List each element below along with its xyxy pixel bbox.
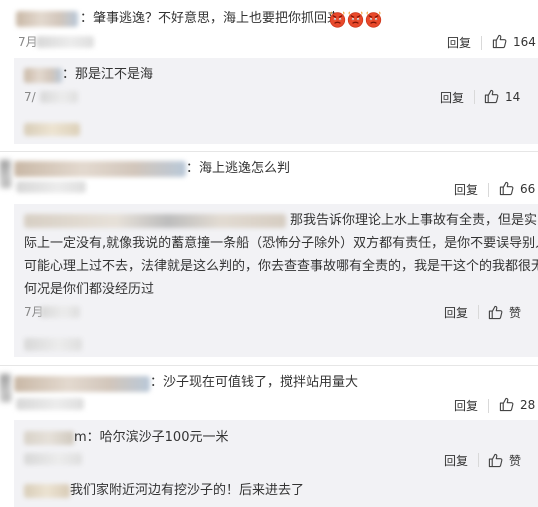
reply-button[interactable]: 回复 [454,397,478,414]
commenter-name[interactable] [14,376,150,392]
reply-user-name[interactable] [24,68,62,83]
reply-user-name[interactable] [24,214,286,228]
comment-date-blur [36,36,94,48]
commenter-name[interactable] [14,161,186,177]
reply-text: 我们家附近河边有挖沙子的！后来进去了 [70,483,305,498]
reply-text: ：那是江不是海 [62,67,154,82]
avatar[interactable] [0,374,11,402]
thumb-up-icon [488,453,503,468]
reply-text-line: 际上一定没有,就像我说的蓄意撞一条船（恐怖分子除外）双方都有责任，是你不要误导别… [24,236,538,251]
action-separator [488,183,489,197]
comment-text: ：肇事逃逸？不好意思，海上也要把你抓回来。 [80,11,354,26]
reply-text: m：哈尔滨沙子100元一米 [74,430,229,445]
comment-text: ：海上逃逸怎么判 [186,161,291,176]
like-button[interactable]: 赞 [488,452,521,469]
reply-text-line: 可能心理上过不去，法律就是这么判的，你去查查事故哪有全责的，我是干这个的我都很无… [24,259,538,274]
like-count: 28 [520,397,536,412]
like-button[interactable]: 164 [492,34,536,49]
comment-date-blur [16,398,84,410]
reply-date-blur [40,91,78,103]
like-count: 14 [505,89,521,104]
reply-text-line: 那我告诉你理论上水上事故有全责，但是实 [290,213,538,228]
like-label: 赞 [509,454,522,468]
reply-date: 7/ [24,90,36,104]
action-separator [481,36,482,50]
thumb-up-icon [492,34,507,49]
reply-date-blur [40,306,80,318]
thumb-up-icon [484,89,499,104]
angry-face-icon [365,11,382,28]
comment-text: ：沙子现在可值钱了，搅拌站用量大 [150,375,359,390]
comment-divider [0,365,538,366]
comment-date: 7月 [18,35,38,49]
like-button[interactable]: 赞 [488,304,521,321]
reply-button[interactable]: 回复 [454,181,478,198]
action-separator [478,453,479,467]
like-button[interactable]: 14 [484,89,520,104]
like-button[interactable]: 28 [499,397,535,412]
reply-user-name[interactable] [24,431,74,445]
reply-button[interactable]: 回复 [447,34,471,51]
more-replies-link[interactable] [24,338,82,351]
more-replies-link[interactable] [24,123,80,136]
reply-date-blur [24,453,82,465]
reply-user-name[interactable] [24,484,70,498]
reply-button[interactable]: 回复 [444,304,468,321]
like-count: 66 [520,181,536,196]
like-count: 164 [513,34,536,49]
angry-face-icon [329,11,346,28]
angry-face-icon [347,11,364,28]
thumb-up-icon [499,181,514,196]
action-separator [474,90,475,104]
like-label: 赞 [509,306,522,320]
action-separator [478,305,479,319]
comment-divider [0,151,538,152]
commenter-name[interactable] [16,11,78,27]
reply-button[interactable]: 回复 [440,89,464,106]
like-button[interactable]: 66 [499,181,535,196]
avatar[interactable] [0,160,11,188]
thumb-up-icon [488,305,503,320]
action-separator [488,399,489,413]
comment-date-blur [16,181,86,193]
thumb-up-icon [499,397,514,412]
reply-button[interactable]: 回复 [444,452,468,469]
reply-text-line: 何况是你们都没经历过 [24,282,155,297]
